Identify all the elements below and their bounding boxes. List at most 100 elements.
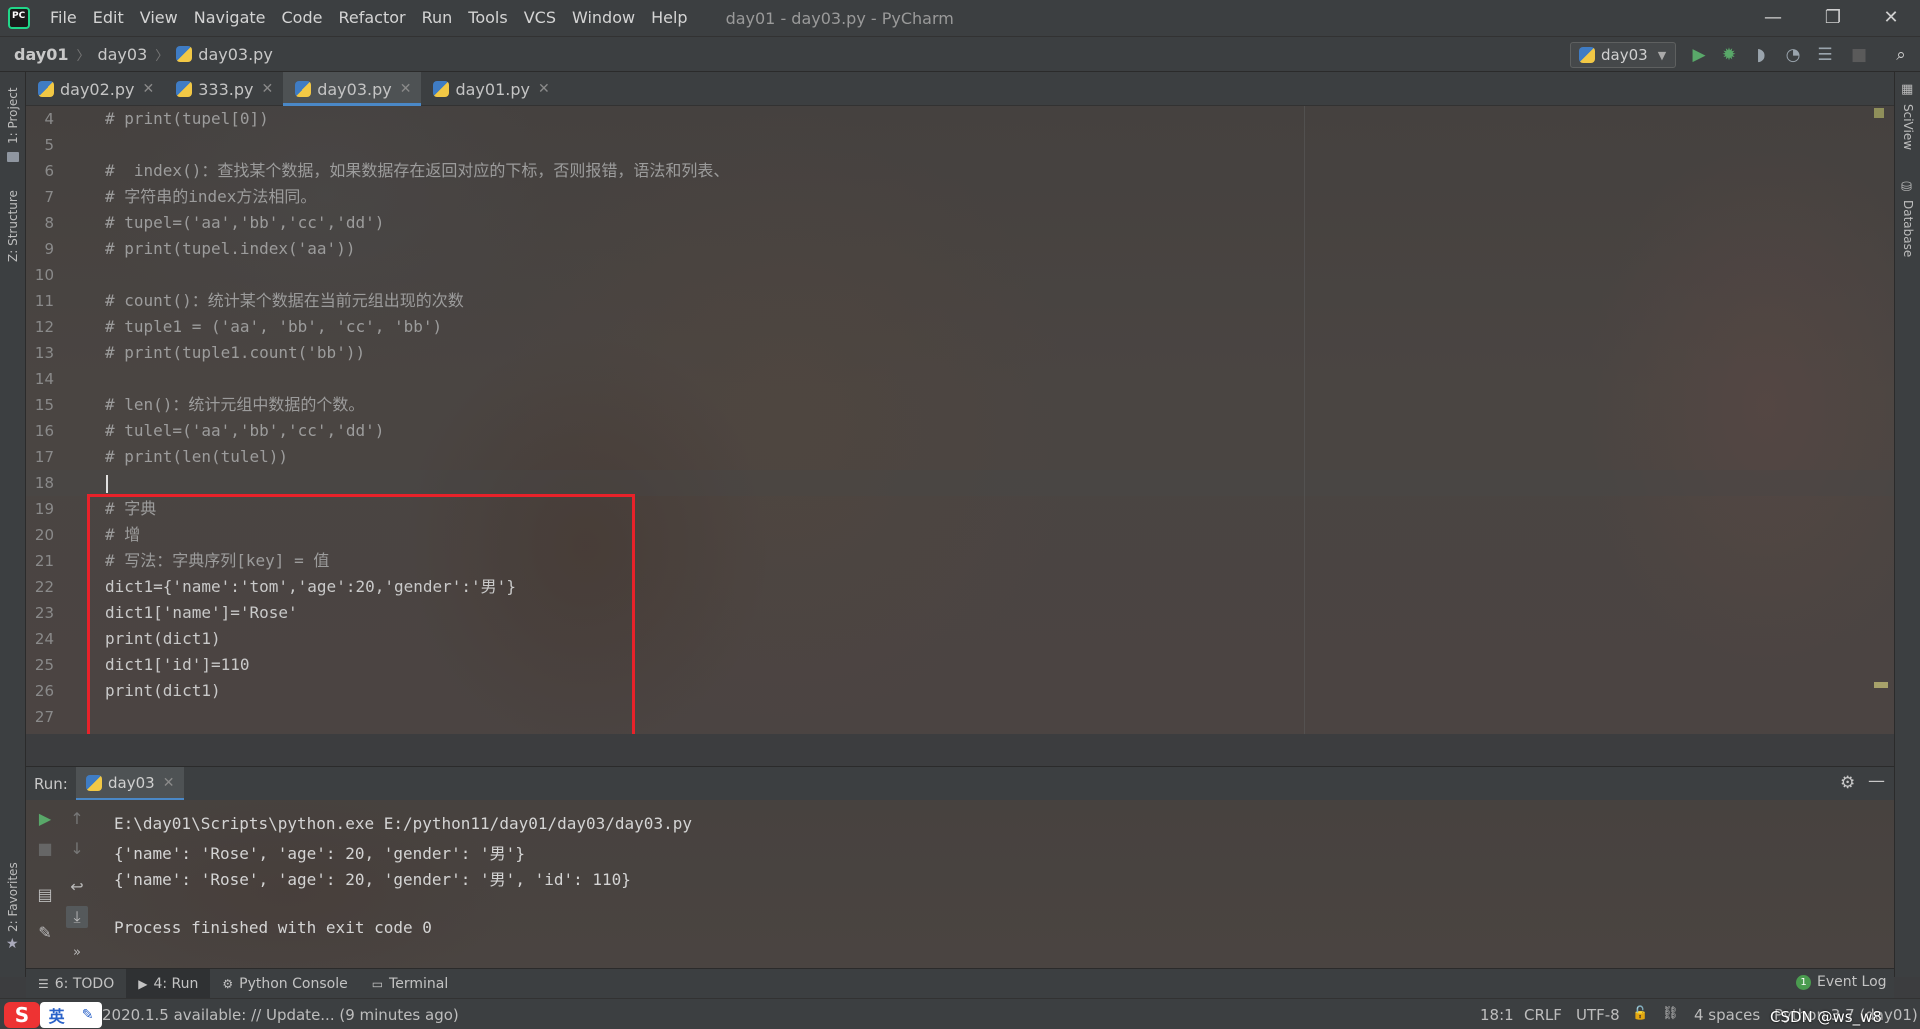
editor-tab[interactable]: day02.py ✕ xyxy=(26,72,164,106)
menu-help[interactable]: Help xyxy=(643,0,695,36)
scroll-to-end-icon[interactable]: ⤓ xyxy=(66,906,88,928)
menu-edit[interactable]: Edit xyxy=(85,0,132,36)
pycharm-logo-icon xyxy=(8,7,30,29)
indent-setting[interactable]: 4 spaces xyxy=(1694,1006,1760,1024)
ime-toolbar[interactable]: 英 ✎ xyxy=(40,1002,102,1028)
star-icon: ★ xyxy=(6,936,19,952)
build-icon[interactable]: ☰ xyxy=(1814,45,1836,65)
error-stripe-marker[interactable] xyxy=(1874,682,1888,688)
right-tool-strip: ▦ SciView ⛁ Database xyxy=(1894,72,1920,977)
list-icon: ☰ xyxy=(38,976,49,991)
breadcrumb-folder[interactable]: day03 xyxy=(97,45,147,64)
menu-vcs[interactable]: VCS xyxy=(516,0,564,36)
restore-button[interactable]: ❐ xyxy=(1810,0,1856,36)
line-number: 6 xyxy=(44,162,54,180)
sciview-icon: ▦ xyxy=(1901,82,1914,97)
tool-tab[interactable]: ▶ 4: Run xyxy=(126,968,211,999)
csdn-watermark: CSDN @ws_w8 xyxy=(1770,1008,1882,1026)
line-number: 9 xyxy=(44,240,54,258)
line-number: 4 xyxy=(44,110,54,128)
gear-icon[interactable]: ⚙ xyxy=(1840,773,1855,793)
layout-icon[interactable]: ▤ xyxy=(34,884,56,906)
code-editor[interactable]: 4 # print(tupel[0]) 5 6 # index()：查找某个数据，如果数… xyxy=(26,106,1894,734)
coverage-icon[interactable]: ◗ xyxy=(1750,45,1772,65)
breadcrumb-file[interactable]: day03.py xyxy=(198,45,273,64)
close-icon[interactable]: ✕ xyxy=(261,81,273,97)
project-tool-tab[interactable]: 1: Project xyxy=(6,87,20,144)
line-number: 8 xyxy=(44,214,54,232)
menu-run[interactable]: Run xyxy=(414,0,461,36)
run-icon[interactable]: ▶ xyxy=(1688,45,1710,65)
code-line: # tupel=('aa','bb','cc','dd') xyxy=(105,213,385,232)
more-icon[interactable]: » xyxy=(66,942,88,964)
editor-tab[interactable]: 333.py ✕ xyxy=(164,72,283,106)
editor-tab-label: 333.py xyxy=(198,79,254,99)
text-caret xyxy=(106,475,108,493)
inspection-marker[interactable] xyxy=(1874,108,1884,118)
file-encoding[interactable]: UTF-8 xyxy=(1576,1006,1620,1024)
python-console-icon: ⚙ xyxy=(222,976,234,991)
database-icon: ⛁ xyxy=(1901,180,1912,195)
database-tool-tab[interactable]: Database xyxy=(1901,200,1915,257)
editor-tab[interactable]: day03.py ✕ xyxy=(283,72,422,106)
editor-tab[interactable]: day01.py ✕ xyxy=(421,72,559,106)
minimize-button[interactable]: — xyxy=(1750,0,1796,36)
left-tool-strip: 1: Project Z: Structure 2: Favorites ★ xyxy=(0,72,26,977)
close-icon[interactable]: ✕ xyxy=(163,775,175,791)
debug-icon[interactable]: ✹ xyxy=(1718,45,1740,65)
sogou-ime-icon[interactable]: S xyxy=(4,1002,40,1028)
rerun-icon[interactable]: ▶ xyxy=(34,808,56,830)
close-button[interactable]: ✕ xyxy=(1868,0,1914,36)
menu-view[interactable]: View xyxy=(132,0,186,36)
menu-tools[interactable]: Tools xyxy=(460,0,515,36)
menu-navigate[interactable]: Navigate xyxy=(186,0,274,36)
run-configuration-select[interactable]: day03 ▼ xyxy=(1570,42,1676,68)
pin-icon[interactable]: ✎ xyxy=(34,922,56,944)
editor-tab-label: day01.py xyxy=(455,79,530,99)
python-file-icon xyxy=(433,81,450,97)
line-number: 13 xyxy=(34,344,54,362)
editor-tab-label: day02.py xyxy=(60,79,135,99)
close-icon[interactable]: ✕ xyxy=(400,81,412,97)
lock-icon[interactable]: 🔓 xyxy=(1632,1006,1648,1021)
code-line: # print(tuple1.count('bb')) xyxy=(105,343,366,362)
run-tab[interactable]: day03 ✕ xyxy=(76,767,185,801)
update-notice[interactable]: 2020.1.5 available: // Update... (9 minu… xyxy=(102,1006,459,1024)
line-number: 11 xyxy=(34,292,54,310)
profile-icon[interactable]: ◔ xyxy=(1782,45,1804,65)
close-icon[interactable]: ✕ xyxy=(538,81,550,97)
code-line: # print(tupel.index('aa')) xyxy=(105,239,356,258)
breadcrumb-project[interactable]: day01 xyxy=(14,45,68,64)
sciview-tool-tab[interactable]: SciView xyxy=(1901,104,1915,150)
close-icon[interactable]: ✕ xyxy=(143,81,155,97)
menu-code[interactable]: Code xyxy=(274,0,331,36)
scroll-up-icon[interactable]: ↑ xyxy=(66,808,88,830)
code-line: # 字符串的index方法相同。 xyxy=(105,187,317,206)
event-log-button[interactable]: 1 Event Log xyxy=(1796,974,1887,990)
stop-icon[interactable]: ■ xyxy=(1848,45,1870,65)
event-log-label: Event Log xyxy=(1817,974,1887,990)
stop-icon[interactable]: ■ xyxy=(34,838,56,860)
run-console[interactable]: ▶ ■ ↑ ↓ ▤ ↩ ⤓ ✎ » E:\day01\Scripts\pytho… xyxy=(26,800,1894,968)
structure-tool-tab[interactable]: Z: Structure xyxy=(6,190,20,262)
soft-wrap-icon[interactable]: ↩ xyxy=(66,876,88,898)
title-bar: FileEditViewNavigateCodeRefactorRunTools… xyxy=(0,0,1920,36)
terminal-icon: ▭ xyxy=(371,976,384,991)
line-number: 24 xyxy=(34,630,54,648)
run-panel-header: Run: day03 ✕ ⚙ — xyxy=(26,766,1894,801)
tool-tab[interactable]: ☰ 6: TODO xyxy=(26,969,126,999)
menu-window[interactable]: Window xyxy=(564,0,643,36)
hide-panel-icon[interactable]: — xyxy=(1868,771,1885,791)
line-number: 17 xyxy=(34,448,54,466)
favorites-tool-tab[interactable]: 2: Favorites xyxy=(6,862,20,932)
scroll-down-icon[interactable]: ↓ xyxy=(66,838,88,860)
search-icon[interactable]: ⌕ xyxy=(1890,45,1912,65)
caret-position[interactable]: 18:1 xyxy=(1480,1006,1514,1024)
menu-file[interactable]: File xyxy=(42,0,85,36)
console-line: {'name': 'Rose', 'age': 20, 'gender': '男… xyxy=(114,844,525,863)
line-separator[interactable]: CRLF xyxy=(1524,1006,1562,1024)
tool-tab[interactable]: ⚙ Python Console xyxy=(210,969,359,999)
python-file-icon xyxy=(295,81,312,97)
menu-refactor[interactable]: Refactor xyxy=(330,0,413,36)
tool-tab[interactable]: ▭ Terminal xyxy=(360,969,461,999)
